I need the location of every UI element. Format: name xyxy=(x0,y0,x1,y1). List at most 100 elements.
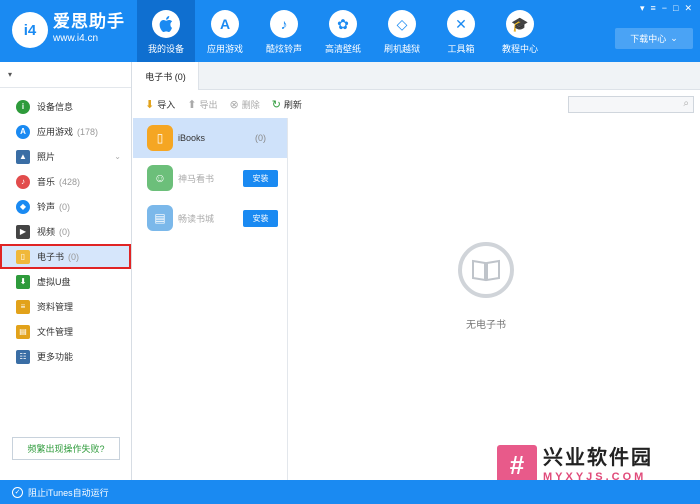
sidebar-item-count: (178) xyxy=(77,126,99,137)
brand-url: www.i4.cn xyxy=(53,33,99,44)
nav-label: 高清壁纸 xyxy=(324,44,361,54)
header-bar: i4 爱思助手 www.i4.cn 我的设备 A 应用游戏 ♪ 酷炫铃声 ✿ 高… xyxy=(0,0,700,62)
sidebar-menu: i 设备信息 A 应用游戏 (178) ▲ 照片 ⌄ ♪ 音乐 (428) ◆ … xyxy=(0,94,131,369)
sidebar-item-count: (0) xyxy=(59,226,71,237)
close-icon[interactable]: ✕ xyxy=(684,3,692,14)
menu-icon[interactable]: ≡ xyxy=(650,3,655,14)
top-nav: 我的设备 A 应用游戏 ♪ 酷炫铃声 ✿ 高清壁纸 ◇ 刷机越狱 ✕ 工具箱 🎓… xyxy=(137,0,550,62)
help-button[interactable]: 频繁出现操作失败? xyxy=(12,437,120,460)
photo-icon: ▲ xyxy=(16,149,30,164)
empty-state-text: 无电子书 xyxy=(466,320,506,331)
sidebar-item-data-manage[interactable]: ≡ 资料管理 xyxy=(0,294,131,319)
sidebar-item-music[interactable]: ♪ 音乐 (428) xyxy=(0,169,131,194)
sidebar-item-count: (0) xyxy=(59,201,71,212)
i4-logo-icon: i4 xyxy=(12,12,48,48)
chevron-down-icon: ⌄ xyxy=(670,33,678,43)
delete-icon: ⊗ xyxy=(229,98,239,111)
bell-icon: ♪ xyxy=(270,10,298,38)
nav-label: 教程中心 xyxy=(501,44,538,54)
book-icon xyxy=(458,242,514,298)
dropbox-icon: ◇ xyxy=(388,10,416,38)
sidebar-item-label: 资料管理 xyxy=(37,302,74,312)
folder-icon: ▤ xyxy=(16,324,30,339)
list-item[interactable]: ☺ 神马看书 安装 xyxy=(133,158,287,198)
list-item[interactable]: ▤ 畅读书城 安装 xyxy=(133,198,287,238)
nav-label: 我的设备 xyxy=(147,44,184,54)
install-button[interactable]: 安装 xyxy=(243,209,278,227)
sidebar-item-ebooks[interactable]: ▯ 电子书 (0) xyxy=(0,244,131,269)
watermark-title: 兴业软件园 xyxy=(543,447,653,469)
check-circle-icon[interactable]: ✓ xyxy=(12,486,23,498)
brand: 爱思助手 www.i4.cn xyxy=(53,12,125,46)
chevron-down-icon[interactable]: ⌄ xyxy=(114,152,121,161)
sidebar-item-videos[interactable]: ▶ 视频 (0) xyxy=(0,219,131,244)
nav-my-device[interactable]: 我的设备 xyxy=(137,0,195,62)
skin-icon[interactable]: ▾ xyxy=(640,3,645,14)
nav-label: 刷机越狱 xyxy=(383,44,420,54)
import-button[interactable]: ⬇ 导入 xyxy=(145,98,175,111)
video-icon: ▶ xyxy=(16,224,30,239)
app-count: (0) xyxy=(255,133,266,143)
music-icon: ♪ xyxy=(16,174,30,189)
sidebar-item-file-manage[interactable]: ▤ 文件管理 xyxy=(0,319,131,344)
export-icon: ⬆ xyxy=(187,98,197,111)
sidebar-item-virtual-udisk[interactable]: ⬇ 虚拟U盘 xyxy=(0,269,131,294)
sidebar-item-photos[interactable]: ▲ 照片 ⌄ xyxy=(0,144,131,169)
app-name: iBooks xyxy=(178,133,206,143)
sidebar-item-device-info[interactable]: i 设备信息 xyxy=(0,94,131,119)
nav-toolbox[interactable]: ✕ 工具箱 xyxy=(432,0,490,62)
window-controls: ▾ ≡ − □ ✕ xyxy=(640,3,692,14)
search-input[interactable]: ⌕ xyxy=(568,96,694,113)
refresh-button[interactable]: ↻ 刷新 xyxy=(272,98,302,111)
list-item[interactable]: ▯ iBooks (0) xyxy=(133,118,287,158)
sidebar-item-label: 音乐 xyxy=(37,177,56,187)
app-store-icon: A xyxy=(16,124,30,139)
nav-label: 工具箱 xyxy=(447,44,475,54)
nav-wallpapers[interactable]: ✿ 高清壁纸 xyxy=(314,0,372,62)
sidebar: ▾ i 设备信息 A 应用游戏 (178) ▲ 照片 ⌄ ♪ 音乐 (428) … xyxy=(0,62,132,480)
apple-icon xyxy=(152,10,180,38)
install-button[interactable]: 安装 xyxy=(243,169,278,187)
tab-ebooks[interactable]: 电子书 (0) xyxy=(133,62,199,90)
download-center-button[interactable]: 下载中心 ⌄ xyxy=(615,28,693,49)
delete-label: 删除 xyxy=(241,99,260,110)
nav-flash-jailbreak[interactable]: ◇ 刷机越狱 xyxy=(373,0,431,62)
delete-button[interactable]: ⊗ 删除 xyxy=(229,98,259,111)
nav-label: 酷炫铃声 xyxy=(265,44,302,54)
more-icon: ☷ xyxy=(16,349,30,364)
nav-tutorials[interactable]: 🎓 教程中心 xyxy=(491,0,549,62)
watermark-logo-icon: # xyxy=(497,445,537,485)
app-name: 神马看书 xyxy=(178,173,215,184)
import-icon: ⬇ xyxy=(145,98,155,111)
book-icon: ▯ xyxy=(16,249,30,264)
refresh-icon: ↻ xyxy=(271,98,281,111)
sidebar-item-ringtones[interactable]: ◆ 铃声 (0) xyxy=(0,194,131,219)
refresh-label: 刷新 xyxy=(283,99,302,110)
import-label: 导入 xyxy=(157,99,176,110)
sidebar-item-label: 铃声 xyxy=(37,202,56,212)
usb-icon: ⬇ xyxy=(16,274,30,289)
sidebar-item-label: 应用游戏 xyxy=(37,127,74,137)
export-button[interactable]: ⬆ 导出 xyxy=(187,98,217,111)
sidebar-item-label: 照片 xyxy=(37,152,56,162)
info-icon: i xyxy=(16,99,30,114)
block-itunes-label[interactable]: 阻止iTunes自动运行 xyxy=(28,486,109,499)
maximize-icon[interactable]: □ xyxy=(673,3,678,14)
search-icon[interactable]: ⌕ xyxy=(683,98,689,109)
sidebar-item-count: (428) xyxy=(59,176,81,187)
sidebar-item-apps[interactable]: A 应用游戏 (178) xyxy=(0,119,131,144)
download-center-label: 下载中心 xyxy=(630,34,667,44)
watermark-text: 兴业软件园 MYXYJS.COM xyxy=(543,446,653,484)
ibooks-icon: ▯ xyxy=(147,125,173,151)
nav-apps-games[interactable]: A 应用游戏 xyxy=(196,0,254,62)
empty-state: 无电子书 xyxy=(288,118,700,480)
device-selector[interactable]: ▾ xyxy=(0,62,131,88)
footer-bar: ✓ 阻止iTunes自动运行 xyxy=(0,480,700,504)
minimize-icon[interactable]: − xyxy=(662,3,667,14)
sidebar-item-label: 电子书 xyxy=(37,252,65,262)
nav-ringtones[interactable]: ♪ 酷炫铃声 xyxy=(255,0,313,62)
nav-label: 应用游戏 xyxy=(206,44,243,54)
tab-bar: 电子书 (0) xyxy=(133,62,700,90)
sidebar-item-count: (0) xyxy=(68,251,80,262)
sidebar-item-more[interactable]: ☷ 更多功能 xyxy=(0,344,131,369)
